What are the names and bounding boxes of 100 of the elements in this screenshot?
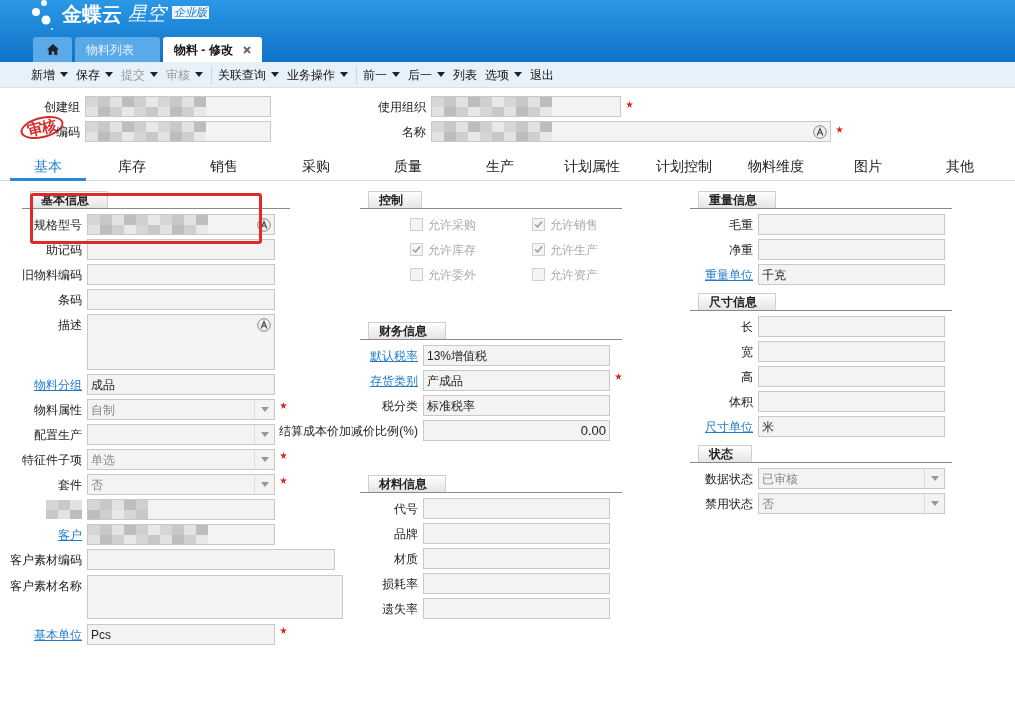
- checkbox-label: 允许采购: [428, 216, 476, 234]
- toolbar-button[interactable]: 后一: [405, 65, 448, 84]
- section-title: 材料信息: [368, 475, 446, 492]
- section-title: 重量信息: [698, 191, 776, 208]
- input-field[interactable]: [758, 239, 945, 260]
- input-field[interactable]: [85, 121, 271, 142]
- form-tab[interactable]: 生产: [454, 155, 546, 181]
- toolbar-button[interactable]: 前一: [360, 65, 403, 84]
- caret-icon[interactable]: [340, 72, 348, 77]
- input-field[interactable]: [758, 391, 945, 412]
- field-label: 遗失率: [382, 600, 418, 618]
- caret-icon[interactable]: [514, 72, 522, 77]
- required-star-icon: [280, 402, 287, 409]
- field-label: 数据状态: [705, 470, 753, 488]
- toolbar-button[interactable]: 新增: [28, 65, 71, 84]
- caret-icon[interactable]: [271, 72, 279, 77]
- close-icon[interactable]: [242, 45, 251, 54]
- field-label: 长: [741, 318, 753, 336]
- toolbar-button[interactable]: 保存: [73, 65, 116, 84]
- form-tab[interactable]: 图片: [822, 155, 914, 181]
- form-tab[interactable]: 计划属性: [546, 155, 638, 181]
- input-field[interactable]: [431, 96, 621, 117]
- form-tab[interactable]: 采购: [270, 155, 362, 181]
- toolbar-button[interactable]: 业务操作: [284, 65, 351, 84]
- field-label: 特征件子项: [22, 451, 82, 469]
- window-tab[interactable]: [33, 37, 72, 62]
- field-link[interactable]: 基本单位: [34, 625, 82, 644]
- checkbox-label: 允许库存: [428, 241, 476, 259]
- form-tab[interactable]: 计划控制: [638, 155, 730, 181]
- section-title: 状态: [698, 445, 752, 462]
- input-field[interactable]: [87, 499, 275, 520]
- field-link[interactable]: 客户: [58, 525, 82, 544]
- input-field[interactable]: 0.00: [423, 420, 610, 441]
- field-link[interactable]: 默认税率: [370, 346, 418, 365]
- required-star-icon: [280, 477, 287, 484]
- caret-icon[interactable]: [105, 72, 113, 77]
- field-label: 描述: [58, 317, 82, 334]
- input-field[interactable]: 成品: [87, 374, 275, 395]
- field-link[interactable]: 尺寸单位: [705, 417, 753, 436]
- field-label: 品牌: [394, 525, 418, 543]
- form-tab[interactable]: 质量: [362, 155, 454, 181]
- field-label: 体积: [729, 393, 753, 411]
- input-field[interactable]: [423, 598, 610, 619]
- required-star-icon: [280, 452, 287, 459]
- input-field[interactable]: 米: [758, 416, 945, 437]
- toolbar-button[interactable]: 退出: [527, 65, 557, 84]
- required-star-icon: [280, 627, 287, 634]
- input-field[interactable]: [423, 498, 610, 519]
- section-title: 尺寸信息: [698, 293, 776, 310]
- field-link[interactable]: 物料分组: [34, 375, 82, 394]
- caret-icon[interactable]: [437, 72, 445, 77]
- form-tab[interactable]: 销售: [178, 155, 270, 181]
- caret-icon[interactable]: [392, 72, 400, 77]
- input-field[interactable]: [85, 96, 271, 117]
- input-field[interactable]: [758, 366, 945, 387]
- input-field[interactable]: [758, 341, 945, 362]
- input-field[interactable]: 千克: [758, 264, 945, 285]
- field-label: 代号: [394, 500, 418, 518]
- field-label: 损耗率: [382, 575, 418, 593]
- toolbar-button[interactable]: 关联查询: [215, 65, 282, 84]
- input-field[interactable]: [431, 121, 831, 142]
- input-field[interactable]: [87, 264, 275, 285]
- field-label: 物料属性: [34, 401, 82, 419]
- input-field[interactable]: [423, 548, 610, 569]
- toolbar-button[interactable]: 列表: [450, 65, 480, 84]
- field-label: 毛重: [729, 216, 753, 234]
- field-label: 旧物料编码: [22, 266, 82, 284]
- field-label: 名称: [402, 123, 426, 141]
- form-tab[interactable]: 库存: [86, 155, 178, 181]
- input-field[interactable]: [758, 214, 945, 235]
- required-star-icon: [626, 101, 633, 108]
- field-link[interactable]: 存货类别: [370, 371, 418, 390]
- input-field[interactable]: [87, 289, 275, 310]
- multilanguage-icon[interactable]: [813, 124, 827, 139]
- text-area[interactable]: [87, 575, 343, 619]
- form-tab[interactable]: 物料维度: [730, 155, 822, 181]
- caret-icon[interactable]: [60, 72, 68, 77]
- input-field[interactable]: [423, 523, 610, 544]
- form-tab[interactable]: 基本: [10, 155, 86, 181]
- field-label: 结算成本价加减价比例(%): [279, 422, 418, 440]
- input-field[interactable]: Pcs: [87, 624, 275, 645]
- input-field[interactable]: 标准税率: [423, 395, 610, 416]
- checkbox-label: 允许生产: [550, 241, 598, 259]
- redacted-mosaic: [46, 500, 82, 519]
- input-field[interactable]: [758, 316, 945, 337]
- multilanguage-icon[interactable]: [257, 217, 271, 232]
- toolbar-button[interactable]: 选项: [482, 65, 525, 84]
- product-name: 星空: [128, 2, 166, 26]
- input-field[interactable]: 产成品: [423, 370, 610, 391]
- input-field[interactable]: [423, 573, 610, 594]
- input-field[interactable]: [87, 524, 275, 545]
- window-tab[interactable]: 物料 - 修改: [163, 37, 262, 62]
- input-field[interactable]: [87, 549, 335, 570]
- multilanguage-icon[interactable]: [257, 318, 271, 332]
- form-tab[interactable]: 其他: [914, 155, 1006, 181]
- input-field[interactable]: 13%增值税: [423, 345, 610, 366]
- field-label: 配置生产: [34, 426, 82, 444]
- field-link[interactable]: 重量单位: [705, 265, 753, 284]
- edition-badge: 企业版: [172, 6, 209, 19]
- input-field[interactable]: [87, 214, 275, 235]
